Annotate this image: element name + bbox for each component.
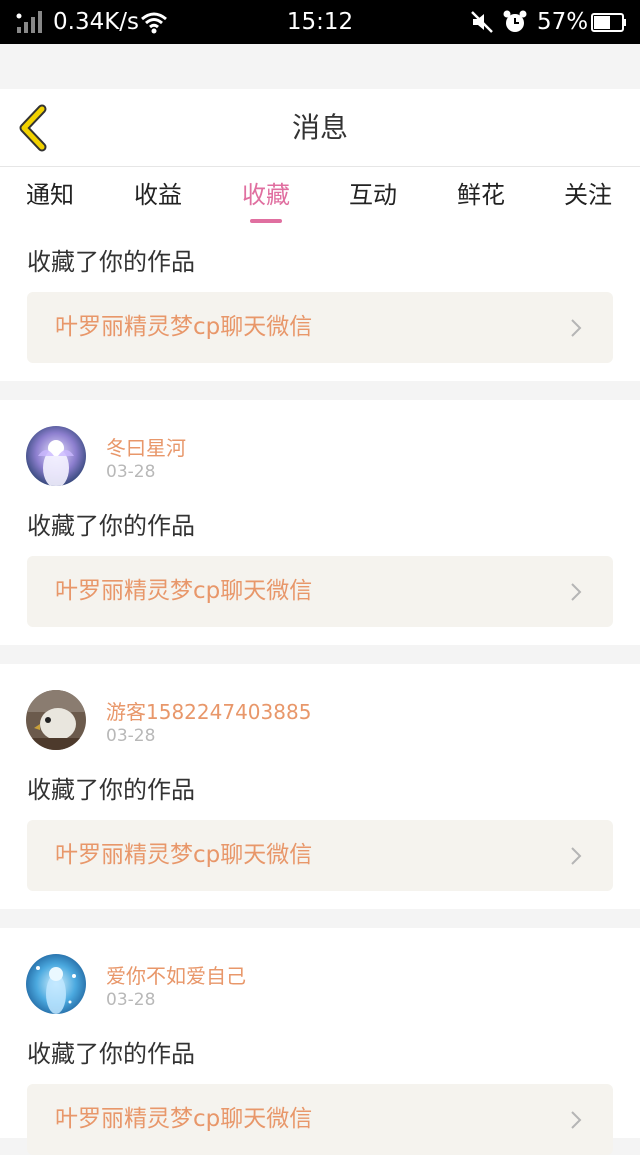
avatar[interactable] xyxy=(26,690,86,750)
active-tab-indicator xyxy=(250,219,282,223)
mute-icon xyxy=(471,11,493,33)
chevron-right-icon xyxy=(571,847,582,865)
date: 03-28 xyxy=(106,990,156,1010)
username[interactable]: 爱你不如爱自己 xyxy=(106,960,246,989)
work-link[interactable]: 叶罗丽精灵梦cp聊天微信 xyxy=(27,292,613,363)
action-text: 收藏了你的作品 xyxy=(27,248,195,276)
avatar[interactable] xyxy=(26,426,86,486)
username[interactable]: 冬曰星河 xyxy=(106,432,186,461)
notification-card: 收藏了你的作品 叶罗丽精灵梦cp聊天微信 xyxy=(0,232,640,381)
work-title: 叶罗丽精灵梦cp聊天微信 xyxy=(55,842,313,868)
username[interactable]: 游客1582247403885 xyxy=(106,696,311,725)
work-link[interactable]: 叶罗丽精灵梦cp聊天微信 xyxy=(27,820,613,891)
status-bar: 0.34K/s 15:12 57% xyxy=(0,0,640,44)
work-title: 叶罗丽精灵梦cp聊天微信 xyxy=(55,314,313,340)
notification-card: 冬曰星河 03-28 收藏了你的作品 叶罗丽精灵梦cp聊天微信 xyxy=(0,400,640,645)
action-text: 收藏了你的作品 xyxy=(27,1040,195,1068)
alarm-icon xyxy=(503,10,527,32)
chevron-right-icon xyxy=(571,583,582,601)
notification-card: 爱你不如爱自己 03-28 收藏了你的作品 叶罗丽精灵梦cp聊天微信 xyxy=(0,928,640,1155)
notification-card: 游客1582247403885 03-28 收藏了你的作品 叶罗丽精灵梦cp聊天… xyxy=(0,664,640,909)
tab-interactions[interactable]: 互动 xyxy=(323,167,423,223)
chevron-right-icon xyxy=(571,1111,582,1129)
avatar[interactable] xyxy=(26,954,86,1014)
action-text: 收藏了你的作品 xyxy=(27,776,195,804)
tab-flowers[interactable]: 鲜花 xyxy=(431,167,531,223)
date: 03-28 xyxy=(106,726,156,746)
battery-percent: 57% xyxy=(537,9,589,35)
battery-icon xyxy=(591,13,626,32)
tab-favorites[interactable]: 收藏 xyxy=(216,167,316,223)
chevron-right-icon xyxy=(571,319,582,337)
tab-bar: 通知 收益 收藏 互动 鲜花 关注 xyxy=(0,167,640,232)
date: 03-28 xyxy=(106,462,156,482)
work-title: 叶罗丽精灵梦cp聊天微信 xyxy=(55,1106,313,1132)
tab-following[interactable]: 关注 xyxy=(538,167,638,223)
work-link[interactable]: 叶罗丽精灵梦cp聊天微信 xyxy=(27,556,613,627)
page-title: 消息 xyxy=(291,111,348,144)
action-text: 收藏了你的作品 xyxy=(27,512,195,540)
tab-notifications[interactable]: 通知 xyxy=(0,167,100,223)
tab-earnings[interactable]: 收益 xyxy=(108,167,208,223)
work-title: 叶罗丽精灵梦cp聊天微信 xyxy=(55,578,313,604)
work-link[interactable]: 叶罗丽精灵梦cp聊天微信 xyxy=(27,1084,613,1155)
nav-header: 消息 xyxy=(0,89,640,167)
